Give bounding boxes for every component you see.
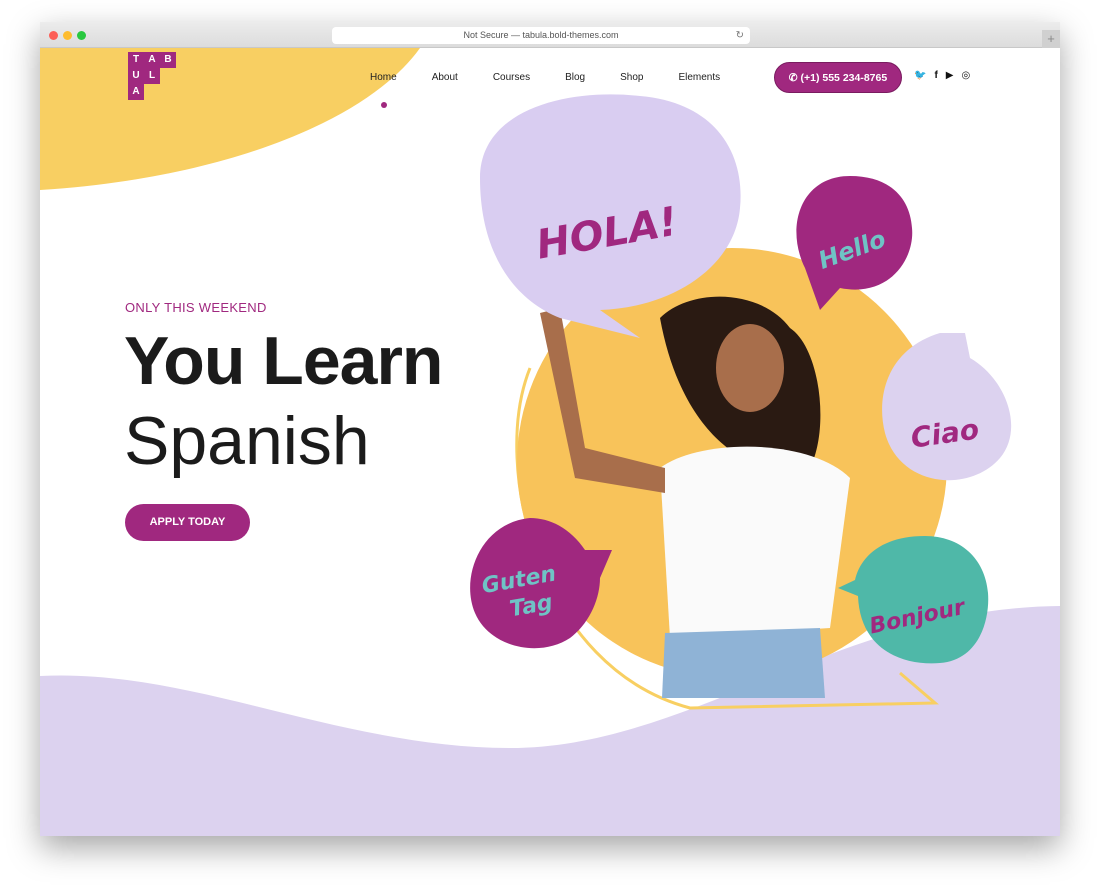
hero-title: You Learn	[124, 323, 443, 399]
browser-window: Not Secure — tabula.bold-themes.com ↻ + H…	[40, 22, 1060, 836]
phone-icon: ✆	[788, 72, 801, 84]
logo-letter: T	[128, 52, 144, 68]
apply-today-button[interactable]: APPLY TODAY	[125, 504, 250, 541]
facebook-icon[interactable]: f	[934, 70, 937, 81]
logo-letter: L	[144, 68, 160, 84]
tshirt	[660, 446, 850, 638]
nav-blog[interactable]: Blog	[565, 72, 585, 83]
nav-shop[interactable]: Shop	[620, 72, 643, 83]
hero-subtitle: Spanish	[124, 403, 370, 479]
address-bar[interactable]: Not Secure — tabula.bold-themes.com ↻	[332, 27, 750, 44]
hero-eyebrow: ONLY THIS WEEKEND	[125, 300, 267, 315]
maximize-icon[interactable]	[77, 31, 86, 40]
title-bar: Not Secure — tabula.bold-themes.com ↻ +	[40, 22, 1060, 48]
jeans	[662, 628, 825, 698]
face	[716, 324, 784, 412]
reload-icon[interactable]: ↻	[736, 27, 744, 44]
logo-letter: U	[128, 68, 144, 84]
phone-button[interactable]: ✆ (+1) 555 234-8765	[774, 62, 902, 93]
page: HOLA! Hello Ciao Guten Tag Bonjour T A B…	[40, 48, 1060, 836]
nav-courses[interactable]: Courses	[493, 72, 530, 83]
nav-home[interactable]: Home	[370, 72, 397, 83]
logo-letter: A	[144, 52, 160, 68]
minimize-icon[interactable]	[63, 31, 72, 40]
social-links: 🐦 f ▶ ◎	[914, 70, 970, 81]
url-text: Not Secure — tabula.bold-themes.com	[463, 30, 619, 40]
nav-about[interactable]: About	[432, 72, 458, 83]
yellow-blob	[40, 48, 420, 190]
twitter-icon[interactable]: 🐦	[914, 70, 926, 81]
close-icon[interactable]	[49, 31, 58, 40]
active-nav-indicator	[381, 102, 387, 108]
main-nav: Home About Courses Blog Shop Elements	[370, 72, 755, 83]
instagram-icon[interactable]: ◎	[962, 70, 971, 81]
logo-letter: A	[128, 84, 144, 100]
phone-label: (+1) 555 234-8765	[800, 72, 888, 84]
youtube-icon[interactable]: ▶	[946, 70, 954, 81]
new-tab-icon[interactable]: +	[1042, 30, 1060, 48]
logo-letter: B	[160, 52, 176, 68]
nav-elements[interactable]: Elements	[678, 72, 720, 83]
